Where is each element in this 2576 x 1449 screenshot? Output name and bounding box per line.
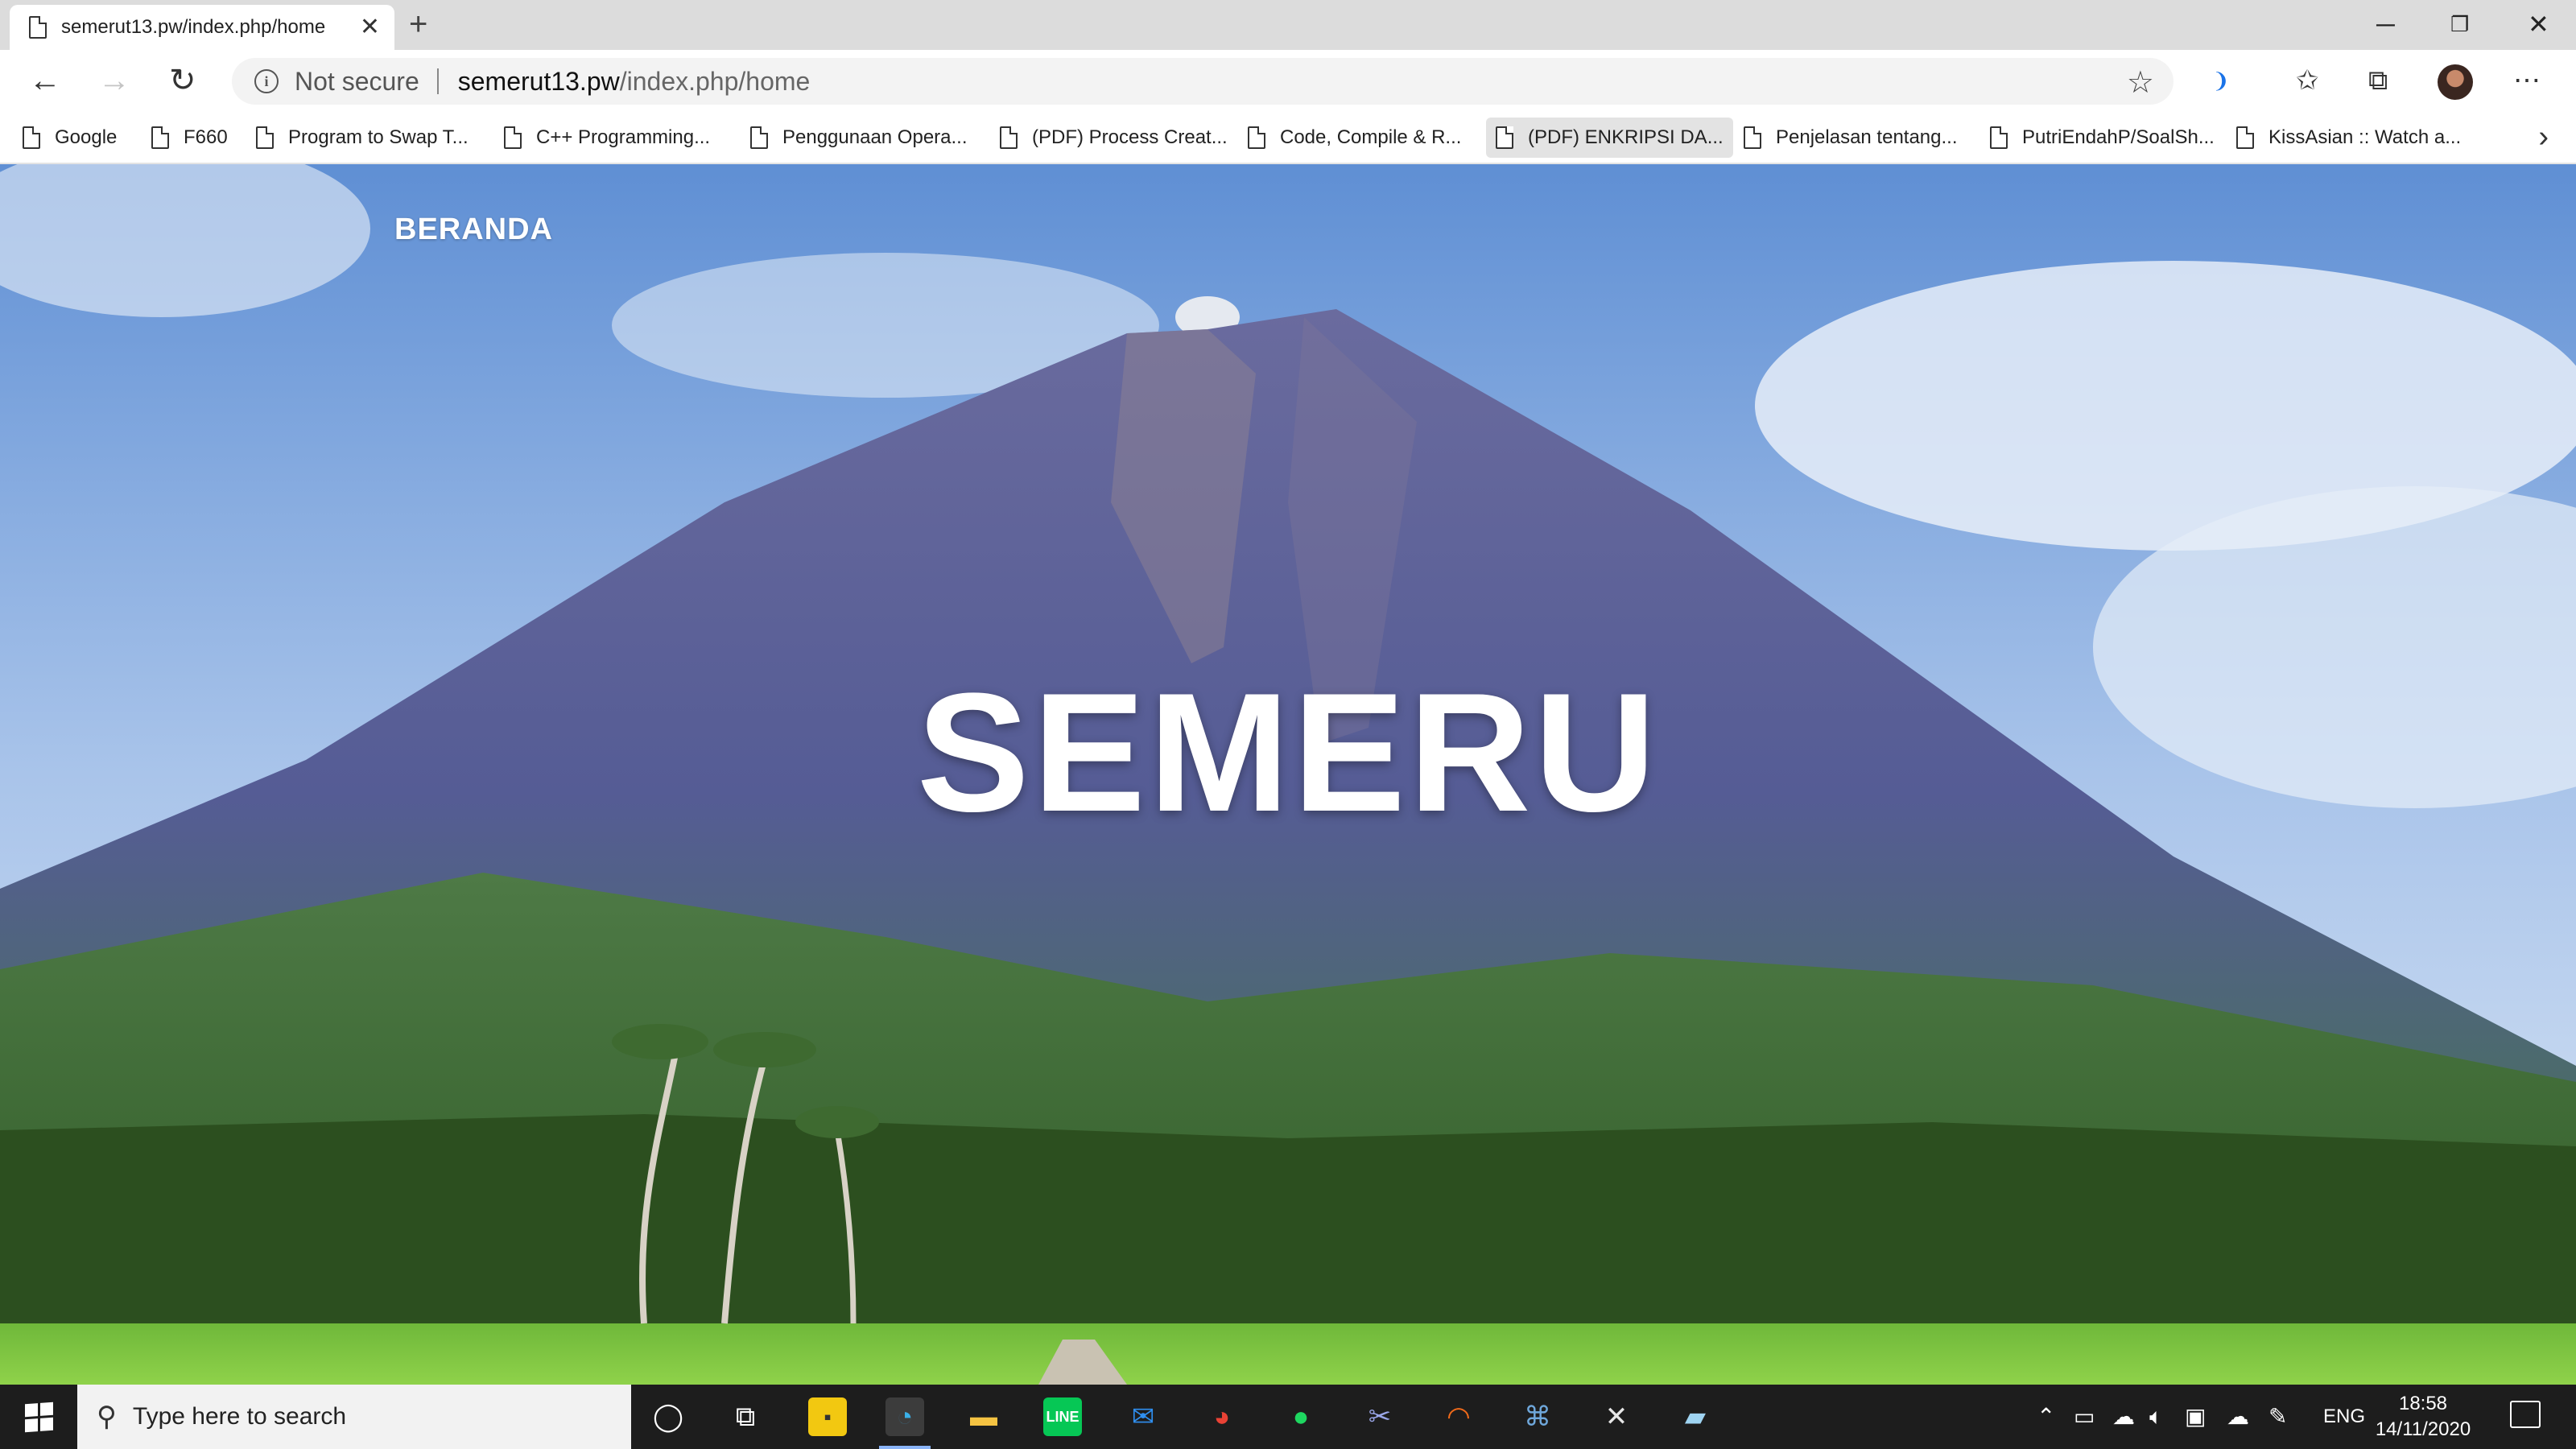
favorite-item[interactable]: Penjelasan tentang... (1734, 118, 1967, 158)
page-icon (1990, 126, 2008, 149)
file-explorer-icon[interactable]: ▬ (964, 1397, 1003, 1436)
clock-date: 14/11/2020 (2375, 1418, 2471, 1440)
more-options-icon[interactable]: ⋯ (2513, 64, 2541, 97)
page-icon (256, 126, 274, 149)
favorites-bar: Google F660 Program to Swap T... C++ Pro… (0, 113, 2576, 164)
page-icon (23, 126, 40, 149)
back-icon[interactable]: ← (29, 61, 61, 100)
close-tab-icon[interactable]: ✕ (360, 15, 380, 39)
refresh-icon[interactable]: ↻ (169, 61, 196, 100)
clock[interactable]: 18:58 14/11/2020 (2367, 1391, 2479, 1443)
forward-icon[interactable]: → (98, 61, 130, 100)
tab-strip: semerut13.pw/index.php/home ✕ + ─ ❐ ✕ (0, 0, 2576, 50)
page-icon (750, 126, 768, 149)
extension-icon[interactable]: ❩ (2212, 64, 2230, 97)
favorites-icon[interactable]: ✩ (2296, 64, 2319, 97)
new-tab-icon[interactable]: + (409, 6, 427, 42)
onedrive-cloud-icon[interactable]: ☁ (2112, 1402, 2135, 1431)
nav-home-link[interactable]: BERANDA (394, 213, 553, 247)
start-button[interactable] (0, 1385, 77, 1449)
mail-icon[interactable]: ✉ (1124, 1397, 1162, 1436)
favorite-label: F660 (184, 126, 228, 148)
url-path: /index.php/home (619, 66, 811, 96)
search-icon: ⚲ (97, 1402, 117, 1432)
favorite-item[interactable]: C++ Programming... (494, 118, 720, 158)
cortana-icon[interactable]: ◯ (649, 1397, 687, 1436)
page-icon (2236, 126, 2254, 149)
favorite-item[interactable]: KissAsian :: Watch a... (2227, 118, 2471, 158)
page-icon (504, 126, 522, 149)
x-app-icon[interactable]: ✕ (1597, 1397, 1636, 1436)
notification-icon[interactable] (2510, 1401, 2541, 1428)
favorite-label: (PDF) ENKRIPSI DA... (1528, 126, 1724, 148)
taskbar-search[interactable]: ⚲ Type here to search (77, 1385, 631, 1449)
collections-icon[interactable]: ⧉ (2368, 64, 2388, 97)
windows-logo-icon (24, 1402, 53, 1432)
url-text[interactable]: semerut13.pw/index.php/home (458, 67, 811, 97)
favorite-label: C++ Programming... (536, 126, 711, 148)
address-divider (436, 68, 439, 94)
volume-icon[interactable]: 🔈︎ (2149, 1402, 2163, 1431)
url-domain: semerut13.pw (457, 66, 620, 96)
pen-icon[interactable]: ✎ (2268, 1402, 2287, 1431)
chevron-right-icon[interactable]: › (2538, 119, 2549, 155)
network-app-icon[interactable]: ⌘ (1518, 1397, 1557, 1436)
favorite-star-icon[interactable]: ☆ (2127, 64, 2154, 101)
page-icon (1000, 126, 1018, 149)
chevron-up-icon[interactable]: ⌃ (2037, 1402, 2055, 1431)
favorite-item[interactable]: Penggunaan Opera... (741, 118, 977, 158)
favorite-item[interactable]: Program to Swap T... (246, 118, 478, 158)
hero-title: SEMERU (916, 658, 1660, 847)
page-icon (29, 16, 47, 39)
chrome-icon[interactable]: ◕ (1203, 1397, 1241, 1436)
favorite-item[interactable]: PutriEndahP/SoalSh... (1980, 118, 2224, 158)
favorite-label: KissAsian :: Watch a... (2268, 126, 2462, 148)
favorite-label: Code, Compile & R... (1280, 126, 1462, 148)
page-icon (151, 126, 169, 149)
favorite-label: Penggunaan Opera... (782, 126, 968, 148)
cloud-upload-icon[interactable]: ☁ (2227, 1402, 2249, 1431)
favorite-label: Program to Swap T... (288, 126, 469, 148)
snipping-tool-icon[interactable]: ✂ (1360, 1397, 1399, 1436)
favorite-label: Google (55, 126, 118, 148)
line-app-icon[interactable]: LINE (1043, 1397, 1082, 1436)
favorite-item[interactable]: F660 (142, 118, 237, 158)
language-indicator[interactable]: ENG (2323, 1402, 2365, 1431)
search-placeholder: Type here to search (132, 1403, 347, 1430)
favorite-item[interactable]: Google (13, 118, 126, 158)
spotify-icon[interactable]: ● (1282, 1397, 1320, 1436)
favorite-label: PutriEndahP/SoalSh... (2022, 126, 2215, 148)
security-label[interactable]: Not secure (295, 67, 419, 97)
browser-toolbar: ← → ↻ i Not secure semerut13.pw/index.ph… (0, 50, 2576, 113)
favorite-item[interactable]: Code, Compile & R... (1238, 118, 1471, 158)
minimize-icon[interactable]: ─ (2376, 8, 2395, 40)
clock-time: 18:58 (2398, 1393, 2448, 1414)
browser-tab[interactable]: semerut13.pw/index.php/home ✕ (10, 5, 394, 50)
profile-avatar[interactable] (2438, 64, 2473, 100)
favorite-item[interactable]: (PDF) ENKRIPSI DA... (1486, 118, 1733, 158)
page-icon (1248, 126, 1265, 149)
page-icon (1496, 126, 1513, 149)
address-bar[interactable]: i Not secure semerut13.pw/index.php/home… (232, 58, 2174, 105)
hero-section: BERANDA SEMERU (0, 164, 2576, 1385)
restore-icon[interactable]: ❐ (2450, 8, 2469, 40)
page-icon (1744, 126, 1761, 149)
favorite-item[interactable]: (PDF) Process Creat... (990, 118, 1237, 158)
battery-icon[interactable]: ▭ (2074, 1402, 2095, 1431)
favorite-label: Penjelasan tentang... (1776, 126, 1958, 148)
edge-browser-icon[interactable]: ◔ (879, 1397, 931, 1449)
tab-title: semerut13.pw/index.php/home (61, 16, 326, 38)
notepad-icon[interactable]: ▰ (1676, 1397, 1715, 1436)
favorite-label: (PDF) Process Creat... (1032, 126, 1228, 148)
task-view-icon[interactable]: ⧉ (726, 1397, 765, 1436)
origin-icon[interactable]: ◠ (1439, 1397, 1478, 1436)
close-window-icon[interactable]: ✕ (2528, 8, 2549, 40)
network-icon[interactable]: ▣ (2185, 1402, 2206, 1431)
taskbar: ⚲ Type here to search ◯ ⧉ ▪ ◔ ▬ LINE ✉ ◕… (0, 1385, 2576, 1449)
sticky-notes-icon[interactable]: ▪ (808, 1397, 847, 1436)
info-icon[interactable]: i (254, 69, 279, 93)
